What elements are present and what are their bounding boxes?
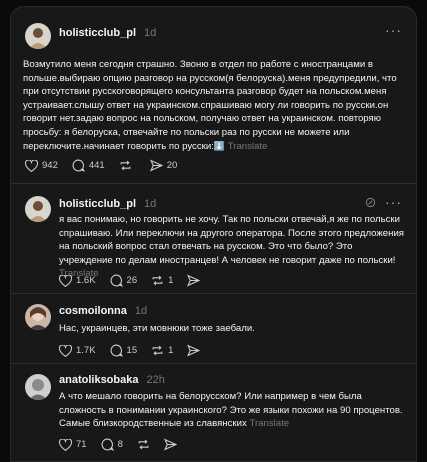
- post-text: я вас понимаю, но говорить не хочу. Так …: [59, 214, 404, 280]
- avatar[interactable]: [25, 304, 51, 330]
- like-button[interactable]: 1.7K: [59, 344, 96, 357]
- comment-button[interactable]: 26: [110, 274, 138, 287]
- post-text: Возмутило меня сегодня страшно. Звоню в …: [23, 59, 397, 152]
- heart-icon: [59, 438, 72, 451]
- translate-link[interactable]: Translate: [228, 141, 268, 152]
- post-1[interactable]: holisticclub_pl 1d ··· Возмутило меня се…: [11, 7, 416, 184]
- repost-icon: [138, 439, 149, 450]
- more-icon[interactable]: ···: [385, 22, 402, 38]
- like-button[interactable]: 71: [59, 438, 87, 451]
- timestamp[interactable]: 1d: [144, 198, 156, 210]
- username[interactable]: cosmoilonna: [59, 305, 127, 317]
- repost-count: 1: [168, 275, 174, 286]
- share-button[interactable]: [187, 344, 201, 357]
- comment-button[interactable]: 15: [110, 344, 138, 357]
- comment-icon: [110, 274, 123, 287]
- avatar[interactable]: [25, 196, 51, 222]
- like-button[interactable]: 1.6K: [59, 274, 96, 287]
- username[interactable]: holisticclub_pl: [59, 27, 136, 39]
- share-button[interactable]: [187, 274, 201, 287]
- like-count: 1.6K: [76, 275, 96, 286]
- share-button[interactable]: [163, 438, 177, 451]
- heart-icon: [25, 159, 38, 172]
- avatar[interactable]: [25, 374, 51, 400]
- comment-button[interactable]: 8: [101, 438, 123, 451]
- timestamp[interactable]: 22h: [146, 374, 164, 386]
- emoji: ⬇️: [213, 140, 226, 151]
- more-icon[interactable]: ···: [385, 194, 402, 210]
- heart-icon: [59, 344, 72, 357]
- comment-button[interactable]: 441: [72, 159, 105, 172]
- like-count: 1.7K: [76, 345, 96, 356]
- like-count: 942: [42, 160, 58, 171]
- post-text: Нас, украинцев, эти мовнюки тоже заебали…: [59, 323, 255, 334]
- repost-icon: [120, 160, 131, 171]
- repost-icon: [152, 275, 163, 286]
- like-button[interactable]: 942: [25, 159, 58, 172]
- share-icon: [187, 344, 201, 357]
- thread-panel: holisticclub_pl 1d ··· Возмутило меня се…: [10, 6, 417, 462]
- repost-count: 1: [168, 345, 174, 356]
- comment-count: 15: [126, 345, 138, 356]
- repost-button[interactable]: 1: [151, 274, 173, 287]
- translate-link[interactable]: Translate: [249, 418, 289, 429]
- avatar[interactable]: [25, 23, 51, 49]
- username[interactable]: anatoliksobaka: [59, 374, 138, 386]
- share-icon: [187, 274, 201, 287]
- share-icon: [149, 159, 163, 172]
- share-button[interactable]: 20: [149, 159, 178, 172]
- comment-count: 26: [126, 275, 138, 286]
- username[interactable]: holisticclub_pl: [59, 198, 136, 210]
- heart-icon: [59, 274, 72, 287]
- post-text: А что мешало говорить на белорусском? Ил…: [59, 391, 403, 430]
- repost-button[interactable]: 1: [151, 344, 173, 357]
- comment-count: 441: [88, 160, 105, 171]
- share-icon: [163, 438, 177, 451]
- like-count: 71: [76, 439, 87, 450]
- timestamp[interactable]: 1d: [135, 305, 147, 317]
- comment-icon: [110, 344, 123, 357]
- repost-icon: [152, 345, 163, 356]
- post-3[interactable]: cosmoilonna 1d Нас, украинцев, эти мовню…: [11, 294, 416, 364]
- post-4[interactable]: anatoliksobaka 22h А что мешало говорить…: [11, 364, 416, 461]
- author-edited-icon: [365, 197, 376, 208]
- repost-button[interactable]: [137, 438, 150, 451]
- timestamp[interactable]: 1d: [144, 27, 156, 39]
- post-2[interactable]: holisticclub_pl 1d ··· я вас понимаю, но…: [11, 184, 416, 294]
- share-count: 20: [166, 160, 178, 171]
- comment-icon: [101, 438, 114, 451]
- comment-count: 8: [117, 439, 123, 450]
- repost-button[interactable]: [119, 159, 136, 172]
- comment-icon: [72, 159, 85, 172]
